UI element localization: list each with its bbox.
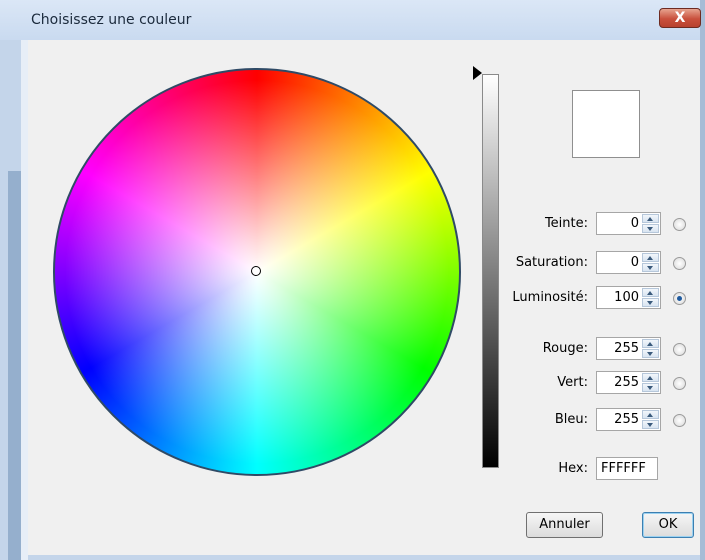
spin-up-icon[interactable] (642, 339, 659, 348)
ok-button[interactable]: OK (642, 512, 694, 538)
background-window-edge (8, 171, 22, 560)
luminosity-label: Luminosité: (512, 290, 588, 305)
green-value: 255 (614, 375, 639, 390)
red-spinner[interactable] (642, 339, 659, 358)
hue-input[interactable]: 0 (596, 212, 661, 235)
hue-spinner[interactable] (642, 214, 659, 233)
hue-label: Teinte: (544, 216, 588, 231)
spin-down-icon[interactable] (642, 349, 659, 358)
red-radio[interactable] (673, 343, 686, 356)
saturation-input[interactable]: 0 (596, 251, 661, 274)
luminosity-radio[interactable] (673, 292, 686, 305)
hex-label: Hex: (558, 461, 588, 476)
cancel-button[interactable]: Annuler (526, 512, 603, 538)
blue-input[interactable]: 255 (596, 408, 661, 431)
saturation-value: 0 (630, 255, 639, 270)
saturation-spinner[interactable] (642, 253, 659, 272)
green-radio[interactable] (673, 377, 686, 390)
window-frame-bottom (28, 555, 700, 560)
window-frame-inner (21, 40, 28, 560)
title-bar: Choisissez une couleur X (0, 0, 701, 40)
green-input[interactable]: 255 (596, 371, 661, 394)
luminosity-value: 100 (614, 290, 639, 305)
blue-label: Bleu: (554, 412, 588, 427)
spin-down-icon[interactable] (642, 298, 659, 307)
green-label: Vert: (557, 375, 588, 390)
spin-up-icon[interactable] (642, 288, 659, 297)
hex-input[interactable]: FFFFFF (596, 457, 658, 480)
spin-down-icon[interactable] (642, 224, 659, 233)
luminosity-slider[interactable] (482, 74, 499, 468)
color-picker-window: Choisissez une couleur X Teinte: 0 Satur… (0, 0, 705, 560)
red-input[interactable]: 255 (596, 337, 661, 360)
spin-up-icon[interactable] (642, 373, 659, 382)
blue-radio[interactable] (673, 414, 686, 427)
red-value: 255 (614, 341, 639, 356)
red-label: Rouge: (542, 341, 588, 356)
color-wheel-cursor[interactable] (251, 266, 261, 276)
luminosity-slider-arrow-icon[interactable] (473, 66, 482, 80)
spin-up-icon[interactable] (642, 214, 659, 223)
saturation-label: Saturation: (515, 255, 588, 270)
window-frame-right (700, 0, 705, 560)
green-spinner[interactable] (642, 373, 659, 392)
blue-value: 255 (614, 412, 639, 427)
spin-down-icon[interactable] (642, 420, 659, 429)
spin-up-icon[interactable] (642, 410, 659, 419)
blue-spinner[interactable] (642, 410, 659, 429)
luminosity-input[interactable]: 100 (596, 286, 661, 309)
hue-radio[interactable] (673, 218, 686, 231)
color-preview-swatch (572, 90, 640, 158)
close-icon: X (674, 10, 686, 26)
saturation-radio[interactable] (673, 257, 686, 270)
spin-down-icon[interactable] (642, 383, 659, 392)
hue-value: 0 (630, 216, 639, 231)
luminosity-spinner[interactable] (642, 288, 659, 307)
close-button[interactable]: X (659, 8, 701, 28)
hex-value: FFFFFF (601, 461, 646, 476)
window-title: Choisissez une couleur (31, 12, 192, 28)
spin-up-icon[interactable] (642, 253, 659, 262)
spin-down-icon[interactable] (642, 263, 659, 272)
